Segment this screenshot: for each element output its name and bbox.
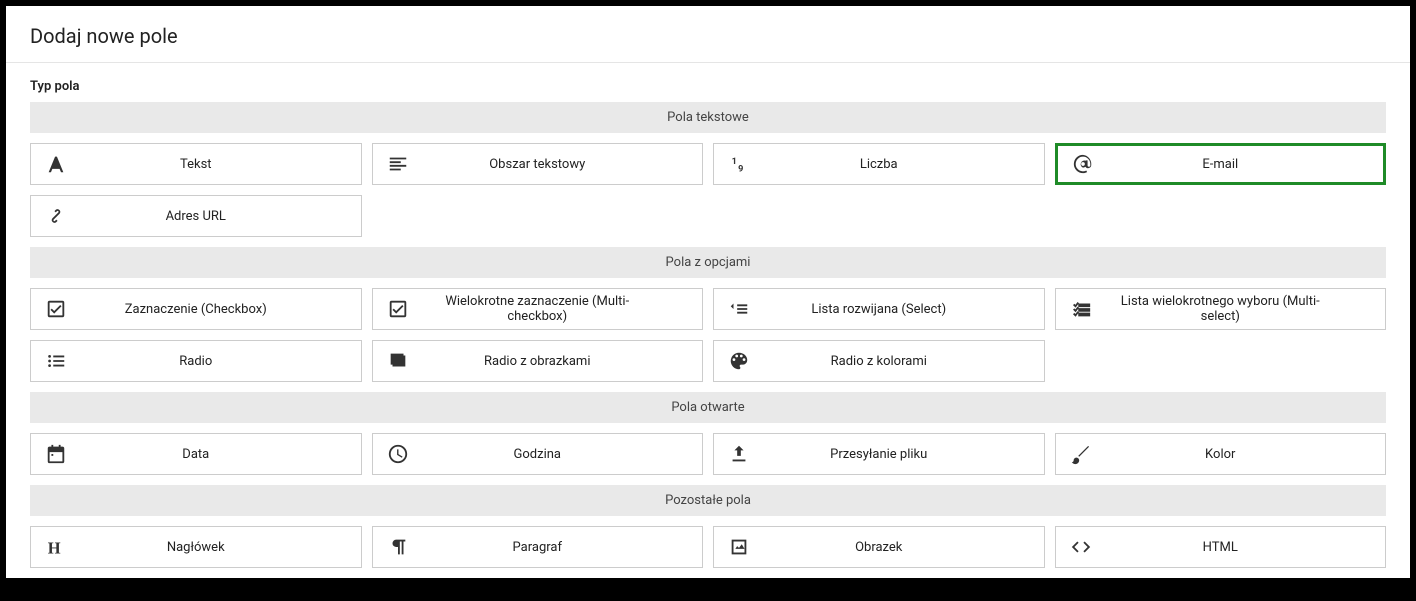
tile-multicheckbox[interactable]: Wielokrotne zaznaczenie (Multi-checkbox) <box>372 288 704 330</box>
upload-icon <box>714 443 764 465</box>
tile-label: Obszar tekstowy <box>423 157 703 172</box>
tile-label: Przesyłanie pliku <box>764 447 1044 462</box>
svg-text:1: 1 <box>732 157 737 167</box>
list-icon <box>31 350 81 372</box>
group-header-text-fields: Pola tekstowe <box>30 102 1386 133</box>
tile-paragraf[interactable]: Paragraf <box>372 526 704 568</box>
tile-tekst[interactable]: Tekst <box>30 143 362 185</box>
heading-icon: H <box>31 536 81 558</box>
tile-file[interactable]: Przesyłanie pliku <box>713 433 1045 475</box>
tile-label: HTML <box>1106 540 1386 555</box>
tile-naglowek[interactable]: H Nagłówek <box>30 526 362 568</box>
number-icon: 19 <box>714 153 764 175</box>
tile-label: Godzina <box>423 447 703 462</box>
tile-html[interactable]: HTML <box>1055 526 1387 568</box>
select-icon <box>714 298 764 320</box>
tile-label: Liczba <box>764 157 1044 172</box>
tile-checkbox[interactable]: Zaznaczenie (Checkbox) <box>30 288 362 330</box>
checkbox-icon <box>31 298 81 320</box>
tile-kolor[interactable]: Kolor <box>1055 433 1387 475</box>
group-header-option-fields: Pola z opcjami <box>30 247 1386 278</box>
tile-label: Data <box>81 447 361 462</box>
tile-radio-img[interactable]: Radio z obrazkami <box>372 340 704 382</box>
paragraph-icon <box>373 536 423 558</box>
tile-label: Adres URL <box>81 209 361 224</box>
page-title: Dodaj nowe pole <box>30 24 1386 48</box>
tile-label: Radio <box>81 354 361 369</box>
tile-select[interactable]: Lista rozwijana (Select) <box>713 288 1045 330</box>
tile-godzina[interactable]: Godzina <box>372 433 704 475</box>
palette-icon <box>714 350 764 372</box>
image-icon <box>714 536 764 558</box>
tile-obrazek[interactable]: Obrazek <box>713 526 1045 568</box>
code-icon <box>1056 536 1106 558</box>
calendar-icon <box>31 443 81 465</box>
tile-label: E-mail <box>1108 157 1384 172</box>
group-header-other-fields: Pozostałe pola <box>30 485 1386 516</box>
tile-grid-open-fields: Data Godzina Przesyłanie pliku Kolor <box>30 433 1386 475</box>
tile-label: Obrazek <box>764 540 1044 555</box>
clock-icon <box>373 443 423 465</box>
at-icon <box>1058 153 1108 175</box>
font-icon <box>31 153 81 175</box>
window: Dodaj nowe pole Typ pola Pola tekstowe T… <box>6 6 1410 578</box>
content: Typ pola Pola tekstowe Tekst Obszar teks… <box>6 63 1410 568</box>
tile-obszar[interactable]: Obszar tekstowy <box>372 143 704 185</box>
tile-label: Tekst <box>81 157 361 172</box>
tile-label: Radio z kolorami <box>764 354 1044 369</box>
multi-select-icon <box>1056 298 1106 320</box>
tile-label: Lista wielokrotnego wyboru (Multi-select… <box>1106 294 1386 324</box>
svg-text:9: 9 <box>738 164 743 174</box>
tile-label: Wielokrotne zaznaczenie (Multi-checkbox) <box>423 294 703 324</box>
tile-radio-color[interactable]: Radio z kolorami <box>713 340 1045 382</box>
multi-checkbox-icon <box>373 298 423 320</box>
tile-liczba[interactable]: 19 Liczba <box>713 143 1045 185</box>
tile-radio[interactable]: Radio <box>30 340 362 382</box>
tile-label: Paragraf <box>423 540 703 555</box>
group-header-open-fields: Pola otwarte <box>30 392 1386 423</box>
link-icon <box>31 205 81 227</box>
brush-icon <box>1056 443 1106 465</box>
tile-label: Kolor <box>1106 447 1386 462</box>
tile-label: Nagłówek <box>81 540 361 555</box>
tile-data[interactable]: Data <box>30 433 362 475</box>
tile-grid-other-fields: H Nagłówek Paragraf Obrazek HT <box>30 526 1386 568</box>
tile-multiselect[interactable]: Lista wielokrotnego wyboru (Multi-select… <box>1055 288 1387 330</box>
tile-label: Radio z obrazkami <box>423 354 703 369</box>
svg-text:H: H <box>48 538 61 557</box>
tile-label: Lista rozwijana (Select) <box>764 302 1044 317</box>
header: Dodaj nowe pole <box>6 6 1410 63</box>
tile-grid-option-fields: Zaznaczenie (Checkbox) Wielokrotne zazna… <box>30 288 1386 382</box>
tile-url[interactable]: Adres URL <box>30 195 362 237</box>
tile-grid-text-fields: Tekst Obszar tekstowy 19 Liczba E-mail <box>30 143 1386 237</box>
section-label: Typ pola <box>30 79 1386 94</box>
tile-email[interactable]: E-mail <box>1055 143 1387 185</box>
tile-label: Zaznaczenie (Checkbox) <box>81 302 361 317</box>
images-icon <box>373 350 423 372</box>
align-left-icon <box>373 153 423 175</box>
